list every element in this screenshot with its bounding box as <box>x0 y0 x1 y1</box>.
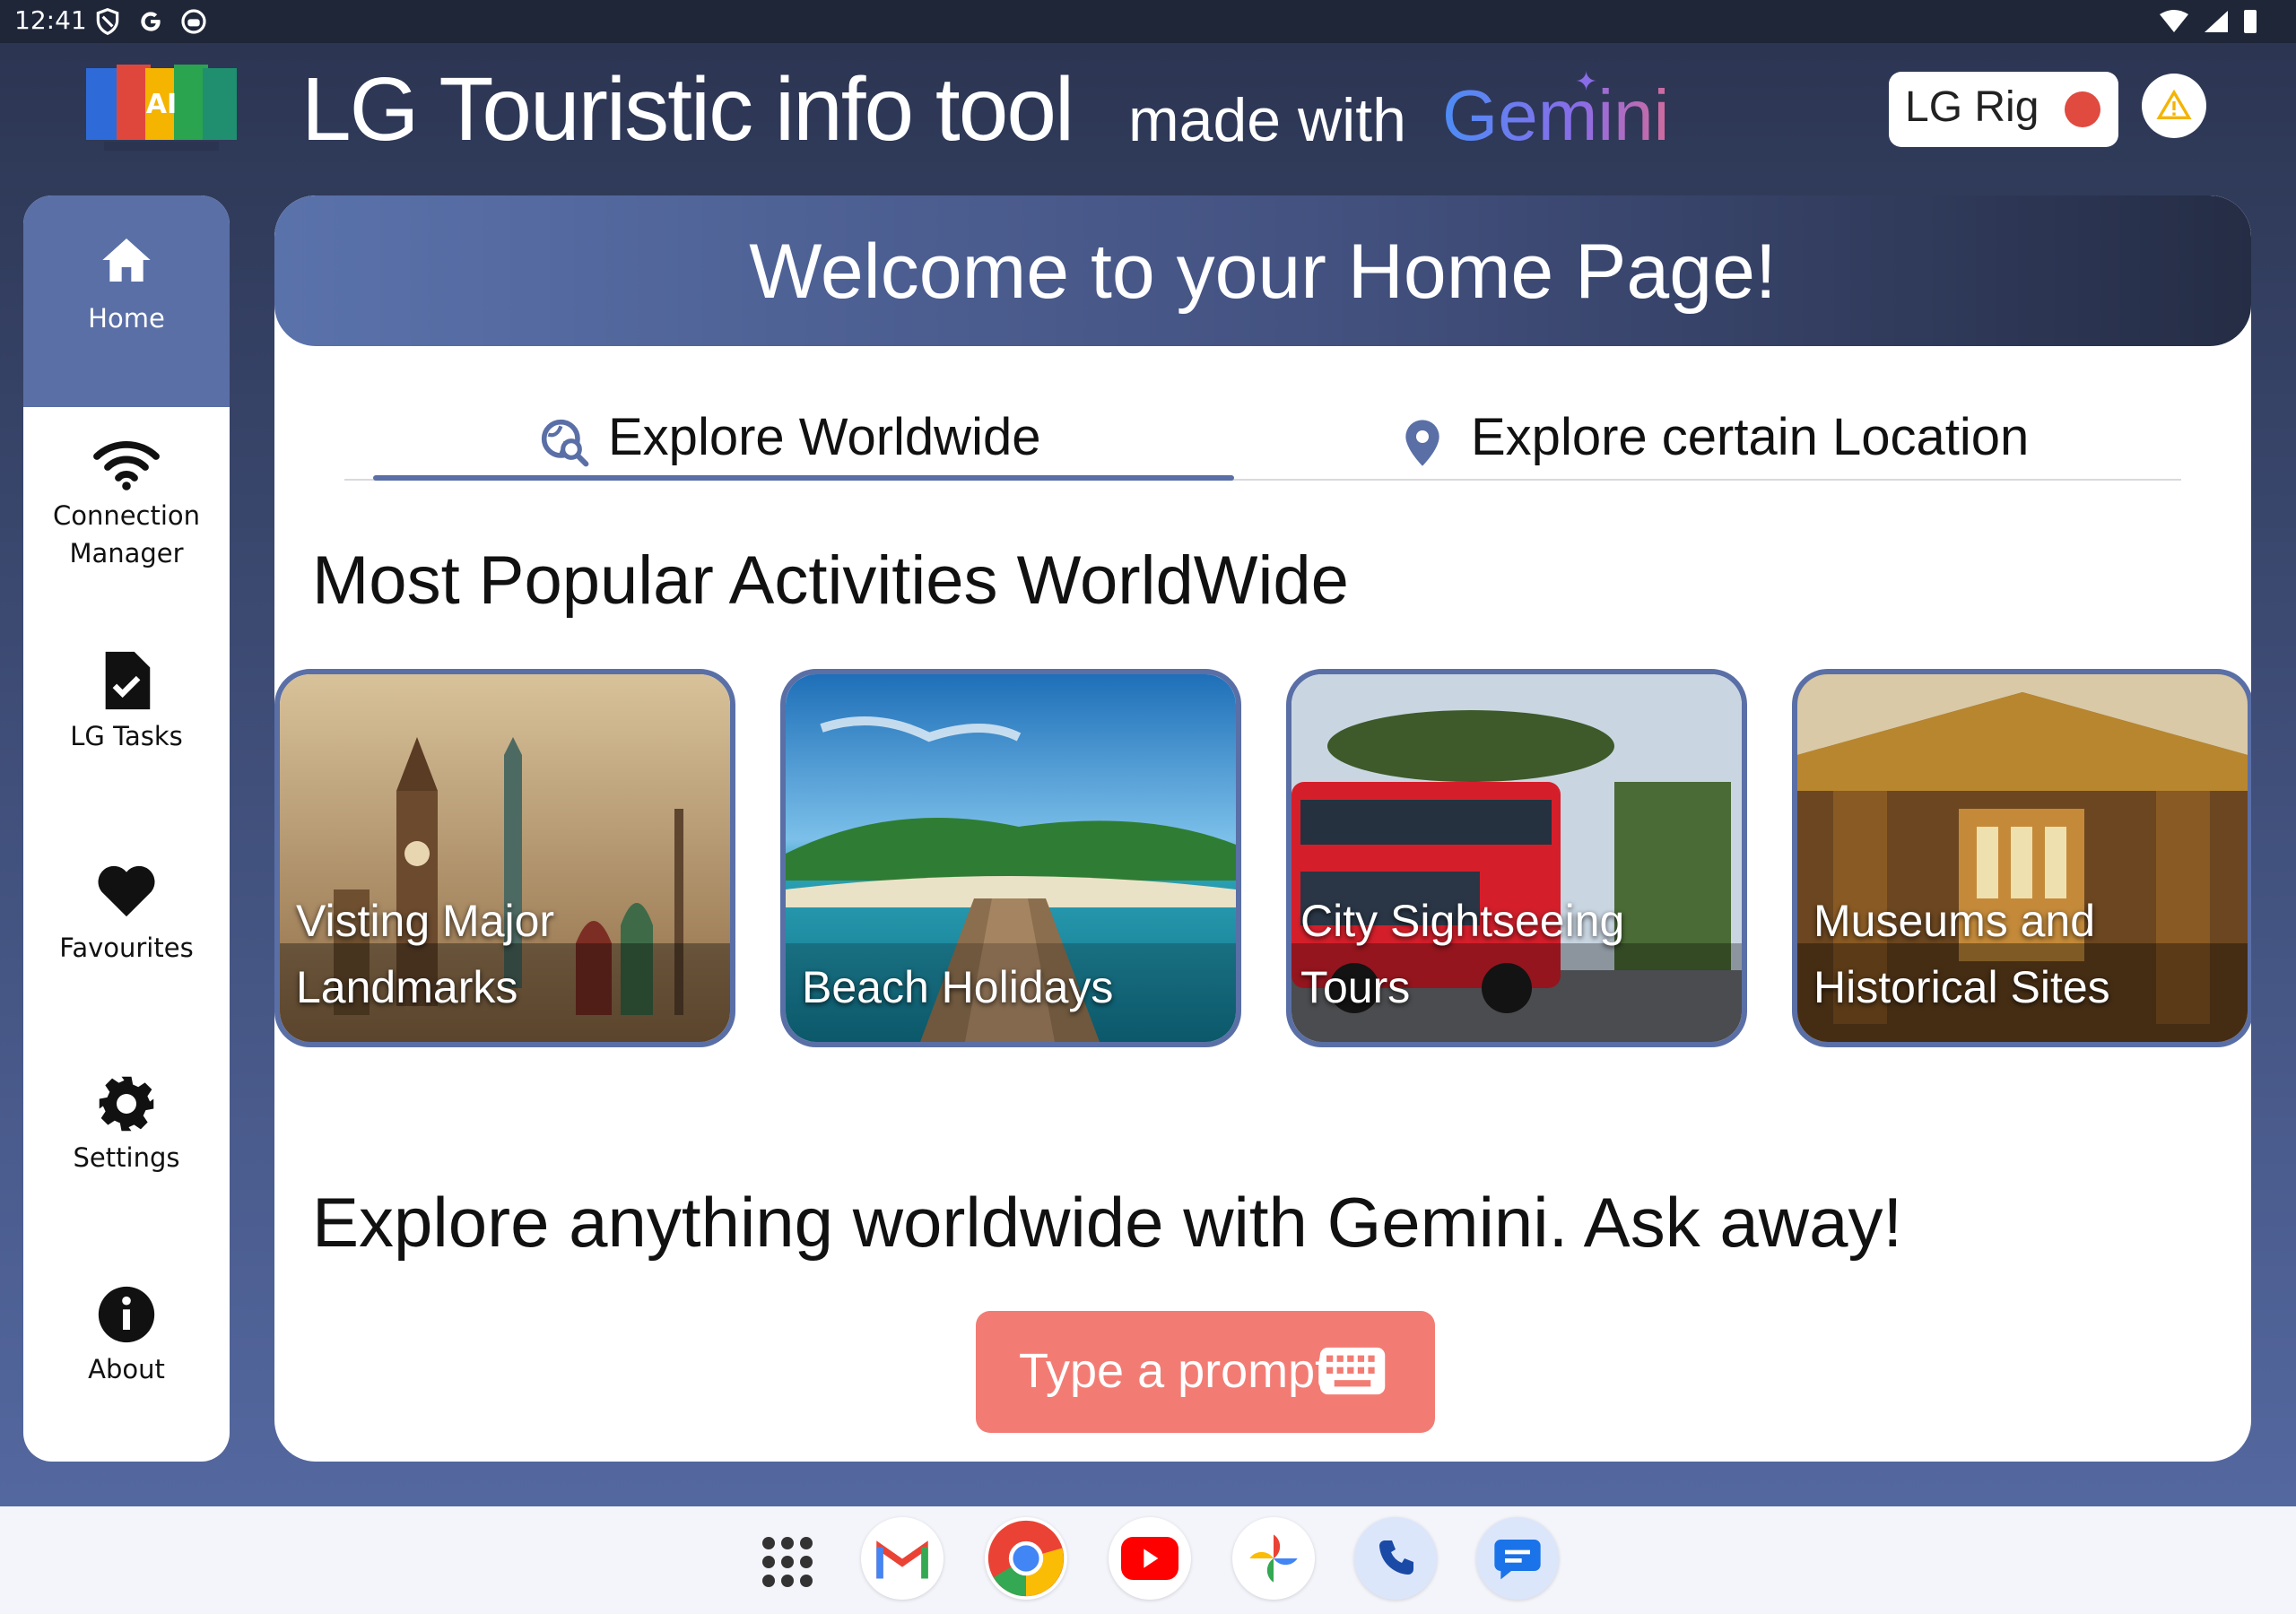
sidebar-item-lg-tasks[interactable]: LG Tasks <box>23 649 230 755</box>
sidebar-item-label: LG Tasks <box>70 721 183 751</box>
card-label-line: Museums and <box>1813 896 2096 946</box>
status-time: 12:41 <box>14 5 87 35</box>
gear-icon <box>99 1076 154 1132</box>
task-file-icon <box>105 651 151 710</box>
sidebar-item-label: About <box>88 1354 165 1384</box>
wifi-icon <box>93 441 160 490</box>
messages-icon[interactable] <box>1476 1517 1559 1600</box>
android-icon <box>181 9 206 34</box>
gemini-brand: Gemini <box>1442 66 1669 165</box>
google-g-icon <box>141 12 161 31</box>
tab-label: Explore Worldwide <box>608 408 1041 466</box>
tab-label: Explore certain Location <box>1471 408 2030 466</box>
type-prompt-button[interactable]: Type a prompt <box>976 1311 1435 1433</box>
card-label: City Sightseeing Tours <box>1300 888 1624 1020</box>
sidebar-nav: Home Connection Manager LG Tasks Favouri… <box>23 195 230 1462</box>
connection-status-dot <box>2065 91 2100 127</box>
chrome-icon[interactable] <box>985 1517 1067 1600</box>
lg-rig-status[interactable]: LG Rig <box>1889 72 2118 147</box>
sidebar-item-about[interactable]: About <box>23 1284 230 1388</box>
card-label-line: City Sightseeing <box>1300 896 1625 946</box>
activity-card-city-tours[interactable]: City Sightseeing Tours <box>1286 669 1747 1047</box>
sidebar-item-home[interactable]: Home <box>23 195 230 407</box>
tab-indicator <box>373 475 1234 481</box>
home-icon <box>102 239 151 282</box>
gemini-ask-title: Explore anything worldwide with Gemini. … <box>312 1183 1903 1262</box>
photos-icon[interactable] <box>1232 1517 1315 1600</box>
sidebar-item-label: Favourites <box>59 933 194 963</box>
activity-card-beach[interactable]: Beach Holidays <box>780 669 1241 1047</box>
sidebar-item-settings[interactable]: Settings <box>23 1074 230 1176</box>
activity-card-landmarks[interactable]: Visting Major Landmarks <box>274 669 735 1047</box>
keyboard-icon <box>1319 1347 1386 1395</box>
wifi-icon <box>2160 10 2188 32</box>
card-label: Beach Holidays <box>802 954 1113 1020</box>
info-icon <box>98 1286 155 1343</box>
sidebar-item-label: Home <box>88 303 165 334</box>
welcome-banner: Welcome to your Home Page! <box>274 195 2251 346</box>
main-panel: Welcome to your Home Page! Explore World… <box>274 195 2251 1462</box>
svg-text:AI: AI <box>146 89 177 120</box>
card-label-line: Visting Major <box>296 896 555 946</box>
prompt-button-label: Type a prompt <box>1019 1344 1329 1398</box>
activity-card-museums[interactable]: Museums and Historical Sites <box>1792 669 2251 1047</box>
heart-icon <box>98 865 155 917</box>
battery-icon <box>2244 10 2257 33</box>
status-bar: 12:41 <box>0 0 2296 43</box>
sidebar-item-connection-manager[interactable]: Connection Manager <box>23 438 230 572</box>
youtube-icon[interactable] <box>1109 1517 1191 1600</box>
sidebar-item-label: Connection Manager <box>52 500 201 568</box>
warning-button[interactable] <box>2142 74 2206 138</box>
card-label-line: Landmarks <box>296 962 518 1012</box>
card-label-line: Beach Holidays <box>802 962 1114 1012</box>
cell-signal-icon <box>2205 11 2228 32</box>
gmail-icon[interactable] <box>861 1517 944 1600</box>
location-pin-icon <box>1405 420 1439 466</box>
card-label-line: Historical Sites <box>1813 962 2110 1012</box>
app-logo: AI <box>86 65 237 151</box>
warning-triangle-icon <box>2156 89 2192 119</box>
sidebar-item-label: Settings <box>73 1142 180 1173</box>
app-title: LG Touristic info tool <box>301 59 1074 160</box>
shield-icon <box>96 7 119 36</box>
sparkle-icon: ✦ <box>1575 66 1598 98</box>
card-label: Museums and Historical Sites <box>1813 888 2110 1020</box>
system-indicators <box>2160 10 2257 33</box>
section-title: Most Popular Activities WorldWide <box>312 542 1349 619</box>
card-label: Visting Major Landmarks <box>296 888 554 1020</box>
app-subtitle: made with <box>1128 86 1406 154</box>
phone-icon[interactable] <box>1354 1517 1437 1600</box>
globe-search-icon <box>541 419 589 467</box>
app-drawer-icon[interactable] <box>750 1524 825 1600</box>
page-title: Welcome to your Home Page! <box>749 229 1777 315</box>
card-label-line: Tours <box>1300 962 1411 1012</box>
lg-rig-label: LG Rig <box>1905 83 2039 131</box>
sidebar-item-favourites[interactable]: Favourites <box>23 861 230 967</box>
